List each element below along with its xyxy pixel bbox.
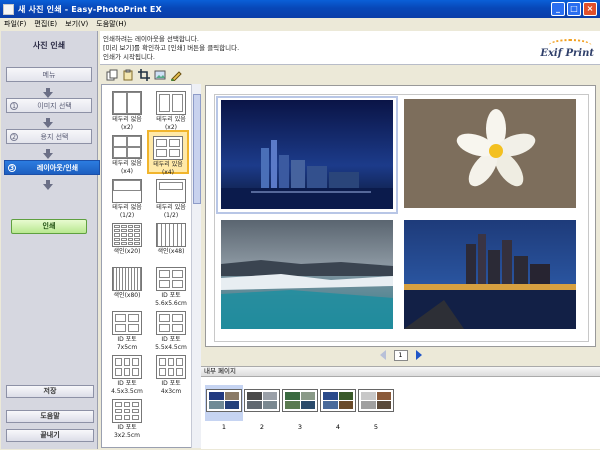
step-paper-select[interactable]: 2 용지 선택 bbox=[6, 129, 92, 144]
layout-sublabel: 4x3cm bbox=[160, 388, 182, 395]
page-thumbnail-image bbox=[358, 389, 394, 412]
layout-sublabel: (x4) bbox=[120, 168, 134, 175]
menu-edit[interactable]: 편집(E) bbox=[30, 19, 61, 29]
help-button[interactable]: 도움말 bbox=[6, 410, 94, 423]
page-thumbnail-image bbox=[206, 389, 242, 412]
layout-label: 색인(x80) bbox=[113, 292, 141, 299]
page-thumbnail[interactable]: 3 bbox=[281, 385, 319, 431]
step-label: 용지 선택 bbox=[40, 132, 69, 141]
layout-label: 색인(x20) bbox=[113, 248, 141, 255]
layout-label: ID 포토 bbox=[117, 336, 137, 343]
inner-pages-header: 내부 페이지 bbox=[201, 366, 600, 377]
crop-icon[interactable] bbox=[137, 68, 150, 81]
page-thumbnail[interactable]: 5 bbox=[357, 385, 395, 431]
step-number: 1 bbox=[10, 101, 18, 110]
layout-label: 테두리 있음 bbox=[156, 116, 186, 123]
exif-print-logo: Exif Print bbox=[534, 39, 594, 61]
next-page-icon[interactable] bbox=[415, 350, 422, 360]
layout-item[interactable]: ID 포토 4x3cm bbox=[149, 351, 193, 403]
page-thumbnail-number: 1 bbox=[221, 423, 227, 431]
photo-city-night[interactable] bbox=[221, 100, 393, 209]
image-edit-icon[interactable] bbox=[153, 69, 166, 81]
layout-list-scrollbar[interactable] bbox=[191, 84, 201, 448]
paste-page-icon[interactable] bbox=[121, 69, 134, 81]
layout-label: ID 포토 bbox=[117, 380, 137, 387]
page-thumbnail-image bbox=[320, 389, 356, 412]
down-arrow-icon bbox=[43, 118, 53, 128]
copy-page-icon[interactable] bbox=[105, 69, 118, 81]
layout-sublabel: 5.5x4.5cm bbox=[155, 344, 187, 351]
print-button[interactable]: 인쇄 bbox=[11, 219, 87, 234]
instruction-area: 인쇄하려는 레이아웃을 선택합니다. [미리 보기]를 확인하고 [인쇄] 버튼… bbox=[100, 31, 600, 65]
layout-sublabel: (1/2) bbox=[163, 212, 179, 219]
layout-sublabel: 4.5x3.5cm bbox=[111, 388, 143, 395]
step-image-select[interactable]: 1 이미지 선택 bbox=[6, 98, 92, 113]
layout-label: 테두리 없음 bbox=[112, 204, 142, 211]
maximize-button[interactable]: □ bbox=[567, 2, 581, 16]
layout-label: 테두리 없음 bbox=[112, 160, 142, 167]
menu-bar: 파일(F) 편집(E) 보기(V) 도움말(H) bbox=[0, 18, 600, 30]
menu-file[interactable]: 파일(F) bbox=[0, 19, 30, 29]
minimize-button[interactable]: _ bbox=[551, 2, 565, 16]
menu-help[interactable]: 도움말(H) bbox=[92, 19, 130, 29]
layout-item-selected[interactable]: 테두리 있음 (x4) bbox=[147, 130, 189, 176]
layout-label: ID 포토 bbox=[117, 424, 137, 431]
page-thumbnail[interactable]: 2 bbox=[243, 385, 281, 431]
save-button[interactable]: 저장 bbox=[6, 385, 94, 398]
app-icon bbox=[3, 3, 14, 15]
layout-sublabel: (x2) bbox=[120, 124, 134, 131]
menu-view[interactable]: 보기(V) bbox=[61, 19, 92, 29]
page-number[interactable]: 1 bbox=[393, 349, 408, 361]
page-thumbnail-number: 3 bbox=[297, 423, 303, 431]
step-menu[interactable]: 메뉴 bbox=[6, 67, 92, 82]
edit-toolbar bbox=[100, 66, 200, 83]
layout-sublabel: 3x2.5cm bbox=[113, 432, 141, 439]
layout-item[interactable]: ID 포토 3x2.5cm bbox=[105, 395, 149, 447]
page-thumbnail-image bbox=[282, 389, 318, 412]
exit-button[interactable]: 끝내기 bbox=[6, 429, 94, 442]
page-thumbnail-number: 4 bbox=[335, 423, 341, 431]
down-arrow-icon bbox=[43, 180, 53, 190]
page-thumbnail[interactable]: 4 bbox=[319, 385, 357, 431]
layout-label: 테두리 있음 bbox=[156, 204, 186, 211]
date-stamp-icon[interactable] bbox=[169, 69, 182, 81]
page-thumbnail-number: 5 bbox=[373, 423, 379, 431]
left-panel: 사진 인쇄 메뉴 1 이미지 선택 2 용지 선택 3 레이아웃/인쇄 인쇄 저… bbox=[1, 31, 100, 449]
down-arrow-icon bbox=[43, 149, 53, 159]
page-navigator: 1 bbox=[205, 347, 596, 363]
photo-flower[interactable] bbox=[404, 99, 576, 208]
instruction-line: 인쇄가 시작됩니다. bbox=[103, 53, 155, 61]
page-thumbnail-number: 2 bbox=[259, 423, 265, 431]
step-label: 레이아웃/인쇄 bbox=[36, 163, 79, 172]
photo-frozen-lake[interactable] bbox=[221, 220, 393, 329]
photo-harbor-city[interactable] bbox=[404, 220, 576, 329]
layout-label: ID 포토 bbox=[161, 336, 181, 343]
layout-label: 색인(x48) bbox=[157, 248, 185, 255]
logo-text: Exif Print bbox=[540, 48, 594, 59]
step-layout-print[interactable]: 3 레이아웃/인쇄 bbox=[4, 160, 100, 175]
layout-label: ID 포토 bbox=[161, 292, 181, 299]
title-bar: 새 사진 인쇄 - Easy-PhotoPrint EX _ □ × bbox=[0, 0, 600, 18]
layout-label: 테두리 있음 bbox=[153, 161, 183, 168]
layout-label: 테두리 없음 bbox=[112, 116, 142, 123]
layout-list: 테두리 없음 (x2) 테두리 있음 (x2) 테두리 없음 (x4) 테두리 … bbox=[101, 84, 201, 448]
step-number: 2 bbox=[10, 132, 18, 141]
page-thumbnail[interactable]: 1 bbox=[205, 385, 243, 431]
layout-sublabel: (1/2) bbox=[119, 212, 135, 219]
layout-sublabel: 5.6x5.6cm bbox=[155, 300, 187, 307]
page-thumbnail-image bbox=[244, 389, 280, 412]
panel-title: 사진 인쇄 bbox=[32, 41, 66, 50]
window-title: 새 사진 인쇄 - Easy-PhotoPrint EX bbox=[18, 4, 162, 14]
inner-pages-strip: 1 2 3 4 5 bbox=[201, 377, 600, 449]
close-button[interactable]: × bbox=[583, 2, 597, 16]
layout-sublabel: 7x5cm bbox=[116, 344, 138, 351]
step-label: 이미지 선택 bbox=[37, 101, 72, 110]
scrollbar-thumb[interactable] bbox=[193, 94, 201, 204]
step-label: 메뉴 bbox=[42, 70, 56, 79]
prev-page-icon[interactable] bbox=[379, 350, 386, 360]
step-number: 3 bbox=[8, 163, 16, 172]
layout-label: ID 포토 bbox=[161, 380, 181, 387]
